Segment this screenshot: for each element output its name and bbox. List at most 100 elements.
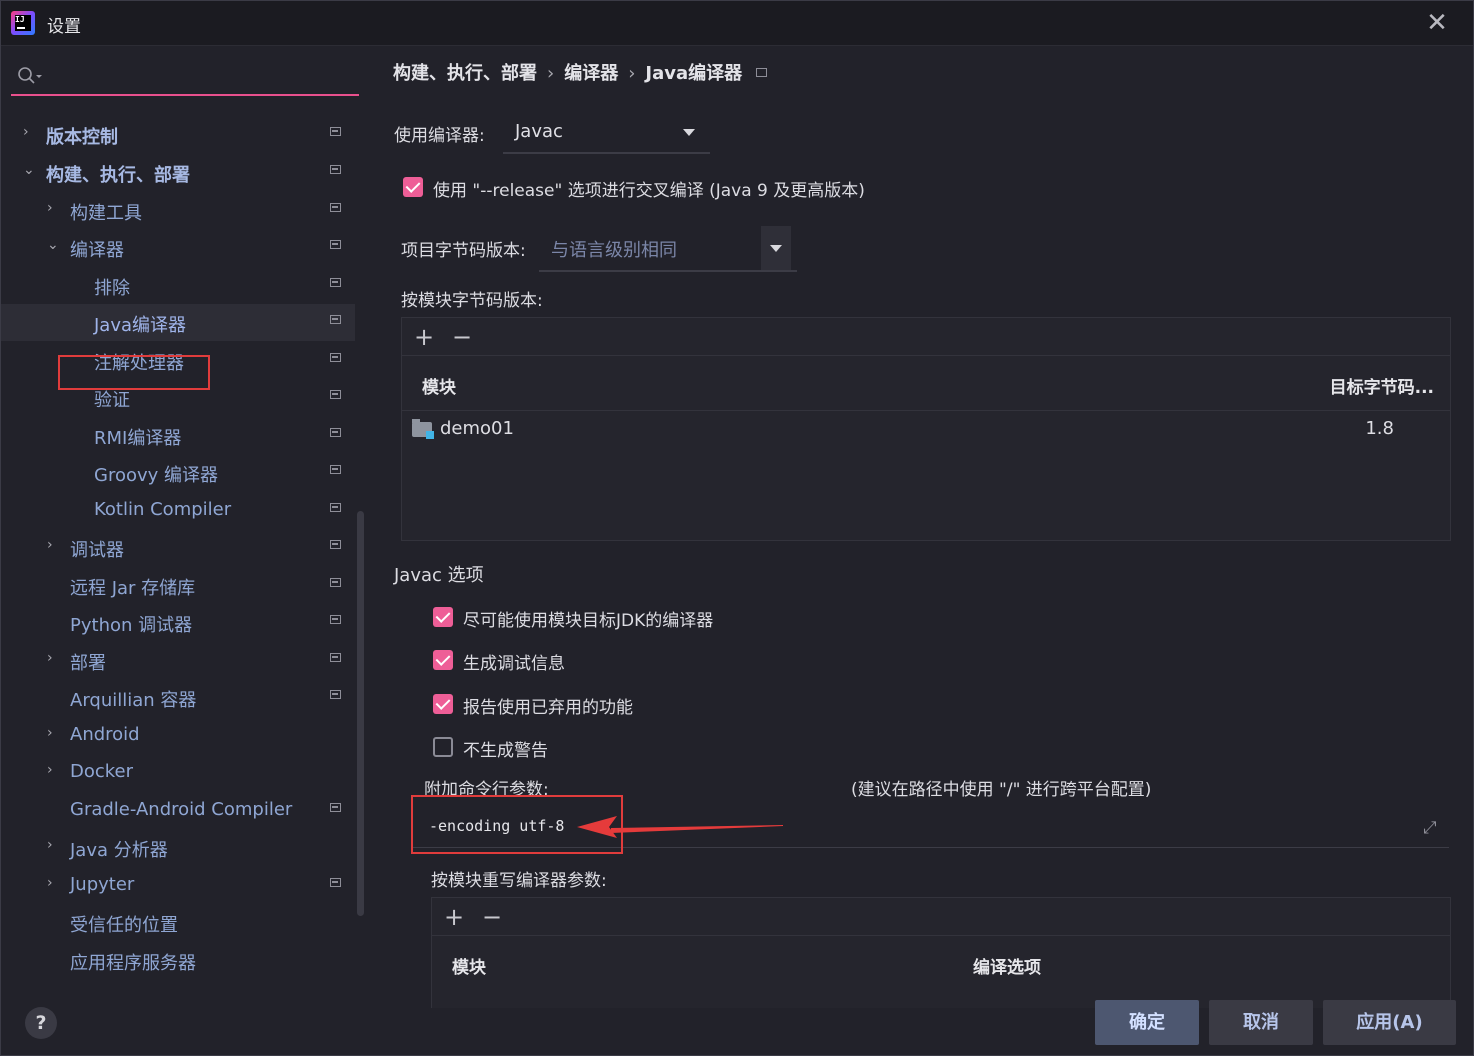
dialog-footer: 确定 取消 应用(A) [1,1000,1473,1055]
app-logo-icon: IJ [11,11,35,35]
sidebar-item-3[interactable]: ⌄ 编译器 [1,229,355,266]
sidebar-item-15[interactable]: Arquillian 容器 [1,679,355,716]
sidebar-item-11[interactable]: › 调试器 [1,529,355,566]
sidebar-item-17[interactable]: › Docker [1,754,355,791]
cancel-button[interactable]: 取消 [1209,1000,1313,1045]
sidebar-item-label: Jupyter [70,874,135,895]
chevron-down-icon[interactable]: ⌄ [23,162,37,178]
project-settings-icon [330,653,341,662]
main-panel: 构建、执行、部署 › 编译器 › Java编译器 使用编译器: Javac 使用 "--… [368,46,1473,1008]
sidebar-item-16[interactable]: › Android [1,717,355,754]
sidebar-item-label: Kotlin Compiler [94,499,232,520]
args-hint: (建议在路径中使用 "/" 进行跨平台配置) [851,780,1152,800]
project-settings-icon [330,540,341,549]
search-input[interactable] [11,58,359,96]
settings-window: IJ 设置 ✕ › 版本控制 ⌄ 构建、执行、部署 › 构建工具 ⌄ 编译器 排除 Java编译器… [0,0,1474,1056]
compiler-select-value: Javac [515,121,563,142]
table-toolbar: + − [432,898,1450,936]
sidebar-item-0[interactable]: › 版本控制 [1,116,355,153]
breadcrumb-item[interactable]: 编译器 [564,63,618,84]
project-settings-icon [330,578,341,587]
sidebar-item-4[interactable]: 排除 [1,267,355,304]
sidebar-item-22[interactable]: 应用程序服务器 [1,942,355,979]
ok-button[interactable]: 确定 [1095,1000,1199,1045]
project-settings-icon [756,68,768,77]
chevron-right-icon[interactable]: › [47,875,61,891]
sidebar-item-14[interactable]: › 部署 [1,642,355,679]
sidebar-item-20[interactable]: › Jupyter [1,867,355,904]
project-settings-icon [330,127,341,136]
debug-info-checkbox[interactable] [433,650,453,670]
table-row[interactable]: demo01 1.8 [402,411,1450,449]
project-settings-icon [330,503,341,512]
project-settings-icon [330,240,341,249]
add-button[interactable]: + [444,903,464,931]
sidebar-item-label: 远程 Jar 存储库 [70,578,196,599]
module-folder-icon [412,419,434,439]
column-header-module[interactable]: 模块 [422,373,456,398]
module-jdk-checkbox[interactable] [433,607,453,627]
sidebar-item-13[interactable]: Python 调试器 [1,604,355,641]
sidebar-item-label: 编译器 [70,240,124,261]
deprecation-label: 报告使用已弃用的功能 [463,698,633,718]
release-checkbox[interactable] [403,177,423,197]
bytecode-select[interactable]: 与语言级别相同 [539,226,797,272]
sidebar-item-label: Arquillian 容器 [70,690,197,711]
no-warnings-checkbox[interactable] [433,737,453,757]
release-checkbox-label: 使用 "--release" 选项进行交叉编译 (Java 9 及更高版本) [433,181,865,201]
chevron-right-icon[interactable]: › [47,200,61,216]
project-settings-icon [330,203,341,212]
sidebar-item-label: Gradle-Android Compiler [70,799,293,820]
target-version: 1.8 [1365,418,1394,439]
column-header-target[interactable]: 目标字节码... [1330,373,1434,398]
sidebar-scrollbar[interactable] [357,511,364,916]
sidebar-item-label: 构建、执行、部署 [46,165,190,186]
expand-icon[interactable]: ⤢ [1423,818,1441,838]
sidebar-item-18[interactable]: Gradle-Android Compiler [1,792,355,829]
chevron-right-icon[interactable]: › [47,837,61,853]
module-jdk-label: 尽可能使用模块目标JDK的编译器 [463,611,714,631]
sidebar-item-21[interactable]: 受信任的位置 [1,904,355,941]
no-warnings-label: 不生成警告 [463,741,548,761]
chevron-right-icon[interactable]: › [47,650,61,666]
sidebar-item-9[interactable]: Groovy 编译器 [1,454,355,491]
sidebar-item-label: 版本控制 [46,127,118,148]
table-toolbar: + − [402,318,1450,356]
apply-button[interactable]: 应用(A) [1323,1000,1456,1045]
breadcrumb-item[interactable]: 构建、执行、部署 [393,63,537,84]
per-module-bytecode-label: 按模块字节码版本: [401,291,543,311]
sidebar-item-label: 排除 [94,278,130,299]
sidebar-item-1[interactable]: ⌄ 构建、执行、部署 [1,154,355,191]
sidebar-item-label: Android [70,724,140,745]
sidebar-item-12[interactable]: 远程 Jar 存储库 [1,567,355,604]
remove-button[interactable]: − [482,903,502,931]
project-settings-icon [330,315,341,324]
chevron-down-icon [683,129,695,136]
chevron-right-icon[interactable]: › [23,124,37,140]
chevron-right-icon[interactable]: › [47,762,61,778]
project-settings-icon [330,878,341,887]
sidebar-item-2[interactable]: › 构建工具 [1,192,355,229]
remove-button[interactable]: − [452,323,472,351]
sidebar-item-label: 部署 [70,653,106,674]
chevron-right-icon[interactable]: › [47,725,61,741]
dropdown-button[interactable] [761,226,791,270]
add-button[interactable]: + [414,323,434,351]
project-settings-icon [330,390,341,399]
sidebar-item-label: Groovy 编译器 [94,465,219,486]
sidebar-item-label: Java 分析器 [70,840,168,861]
chevron-down-icon[interactable]: ⌄ [47,237,61,253]
column-header-options[interactable]: 编译选项 [973,953,1041,978]
sidebar-item-5[interactable]: Java编译器 [1,304,355,341]
sidebar-item-8[interactable]: RMI编译器 [1,417,355,454]
module-bytecode-table: + − 模块 目标字节码... demo01 1.8 [401,317,1451,541]
compiler-select[interactable]: Javac [503,114,710,154]
close-button[interactable]: ✕ [1423,9,1451,37]
sidebar-item-10[interactable]: Kotlin Compiler [1,492,355,529]
sidebar-item-label: 受信任的位置 [70,915,178,936]
chevron-right-icon[interactable]: › [47,537,61,553]
sidebar-item-19[interactable]: › Java 分析器 [1,829,355,866]
deprecation-checkbox[interactable] [433,694,453,714]
bytecode-select-value: 与语言级别相同 [551,240,677,261]
column-header-module[interactable]: 模块 [452,953,486,978]
